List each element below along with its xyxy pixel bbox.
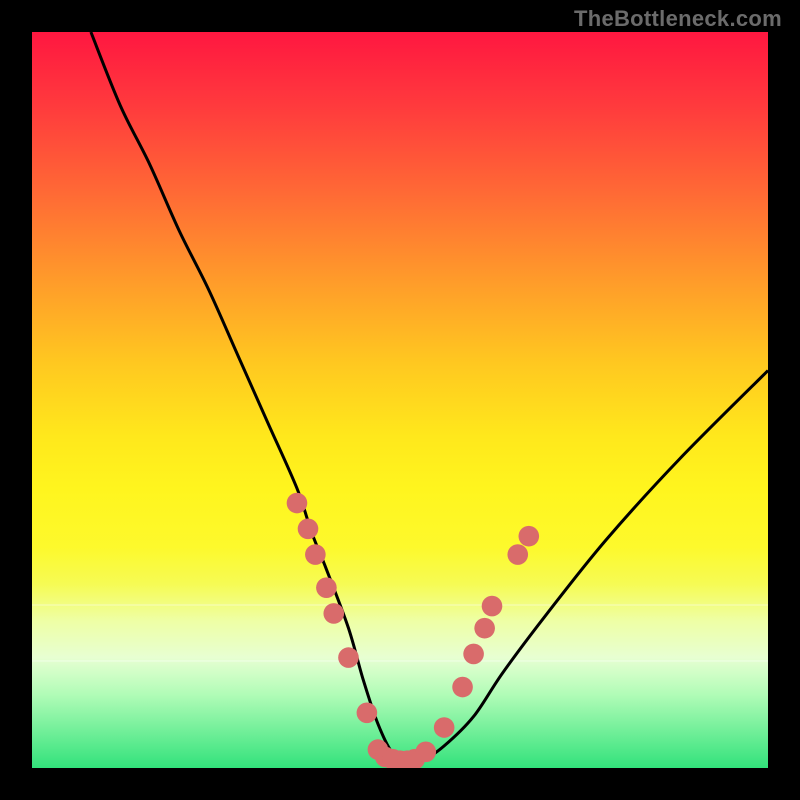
highlight-dot bbox=[316, 577, 337, 598]
highlight-dot bbox=[357, 702, 378, 723]
highlight-dot bbox=[323, 603, 344, 624]
curve-plot bbox=[32, 32, 768, 768]
watermark-label: TheBottleneck.com bbox=[574, 6, 782, 32]
chart-canvas: TheBottleneck.com bbox=[0, 0, 800, 800]
highlight-dot bbox=[463, 644, 484, 665]
highlight-dot bbox=[298, 518, 319, 539]
highlight-dot bbox=[452, 677, 473, 698]
highlight-dot bbox=[518, 526, 539, 547]
highlight-dot bbox=[415, 742, 436, 763]
highlight-dot bbox=[507, 544, 528, 565]
highlight-dot bbox=[287, 493, 308, 514]
highlight-dot bbox=[482, 596, 503, 617]
highlight-dot bbox=[474, 618, 495, 639]
highlight-dot bbox=[338, 647, 359, 668]
highlight-dot bbox=[305, 544, 326, 565]
bottleneck-curve bbox=[91, 32, 768, 762]
highlight-dot bbox=[434, 717, 455, 738]
